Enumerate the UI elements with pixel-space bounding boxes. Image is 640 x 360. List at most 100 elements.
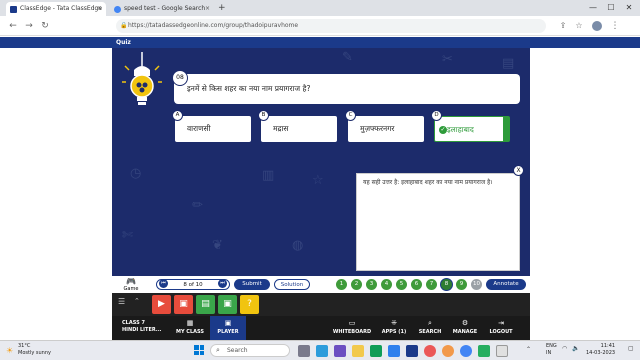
- windows-start-icon[interactable]: [194, 345, 204, 355]
- task-view-icon[interactable]: [298, 345, 310, 357]
- question-dot-8[interactable]: 8: [441, 279, 452, 290]
- back-arrow-icon[interactable]: ←: [6, 19, 20, 33]
- close-tab-icon[interactable]: ×: [205, 2, 210, 16]
- question-dot-3[interactable]: 3: [366, 279, 377, 290]
- myclass-icon: ▦: [186, 319, 194, 327]
- search-icon: ⌕: [428, 319, 432, 327]
- close-tab-icon[interactable]: ×: [97, 2, 102, 16]
- maximize-button[interactable]: ☐: [602, 0, 620, 16]
- browser-menu-icon[interactable]: ⋮: [608, 19, 622, 33]
- nav-whiteboard[interactable]: ▭ WHITEBOARD: [330, 316, 374, 340]
- close-window-button[interactable]: ✕: [620, 0, 638, 16]
- subject-label: HINDI LITER...: [122, 327, 162, 333]
- option-label: मुज़फ्फरनगर: [348, 116, 424, 142]
- region-code: IN: [546, 350, 552, 356]
- question-dot-4[interactable]: 4: [381, 279, 392, 290]
- gallery-icon[interactable]: ▣: [174, 295, 193, 314]
- collapse-icon[interactable]: ⌃: [134, 297, 140, 305]
- question-text: इनमें से किस शहर का नया नाम प्रयागराज है…: [187, 84, 311, 93]
- language-indicator[interactable]: ENG IN: [546, 343, 557, 357]
- close-solution-button[interactable]: X: [513, 165, 524, 176]
- new-tab-button[interactable]: +: [218, 2, 226, 15]
- book-doodle-icon: ▤: [502, 56, 515, 71]
- tab-title: ClassEdge - Tata ClassEdge: [20, 5, 103, 12]
- windows-taskbar: ☀ 31°C Mostly sunny ⌕ Search ⌃ ENG IN ◠ …: [0, 340, 640, 360]
- solution-panel: यह सही उत्तर है: इलाहाबाद शहर का नया नाम…: [356, 173, 520, 271]
- search-placeholder: Search: [227, 347, 248, 354]
- file-explorer-icon[interactable]: [352, 345, 364, 357]
- page-title: Quiz: [116, 39, 131, 46]
- notification-icon[interactable]: ▢: [628, 345, 634, 352]
- nav-player[interactable]: ▣ PLAYER: [210, 316, 246, 340]
- app-icon[interactable]: [478, 345, 490, 357]
- book-doodle-icon: ▥: [262, 168, 275, 183]
- doc-icon[interactable]: ▤: [196, 295, 215, 314]
- ruler-doodle-icon: ✎: [342, 50, 353, 65]
- question-dot-6[interactable]: 6: [411, 279, 422, 290]
- opera-icon[interactable]: [424, 345, 436, 357]
- question-dot-9[interactable]: 9: [456, 279, 467, 290]
- prev-page-button[interactable]: ⏮: [159, 279, 168, 288]
- taskbar-search-field[interactable]: ⌕ Search: [210, 344, 290, 357]
- correct-check-icon: ✓: [439, 126, 447, 134]
- wifi-icon[interactable]: ◠: [562, 345, 567, 352]
- nav-search[interactable]: ⌕ SEARCH: [414, 316, 446, 340]
- nav-my-class[interactable]: ▦ MY CLASS: [172, 316, 208, 340]
- quiz-panel: ✎ ✂ ▤ ◷ ✏ ▥ ☆ ❦ ◍ ✄ इनमें से किस शहर का …: [112, 48, 530, 276]
- forward-arrow-icon[interactable]: →: [22, 19, 36, 33]
- reload-icon[interactable]: ↻: [38, 19, 52, 33]
- edge-icon[interactable]: [370, 345, 382, 357]
- share-icon[interactable]: ⇪: [556, 19, 570, 33]
- url-field[interactable]: 🔒 https://tatadassedgeonline.com/group/t…: [116, 19, 546, 33]
- app-icon[interactable]: [496, 345, 508, 357]
- nav-logout[interactable]: ⇥ LOGOUT: [484, 316, 518, 340]
- profile-avatar[interactable]: [590, 19, 604, 33]
- question-dot-2[interactable]: 2: [351, 279, 362, 290]
- option-letter: C: [345, 110, 356, 121]
- firefox-icon[interactable]: [442, 345, 454, 357]
- solution-text: यह सही उत्तर है: इलाहाबाद शहर का नया नाम…: [363, 179, 493, 186]
- classedge-app-icon[interactable]: [406, 345, 418, 357]
- class-label: CLASS 7: [122, 320, 145, 326]
- submit-button[interactable]: Submit: [234, 279, 270, 290]
- gallery-icon[interactable]: ▣: [218, 295, 237, 314]
- teams-icon[interactable]: [334, 345, 346, 357]
- question-dot-5[interactable]: 5: [396, 279, 407, 290]
- solution-button[interactable]: Solution: [274, 279, 310, 290]
- search-icon: ⌕: [216, 346, 220, 354]
- clock[interactable]: 11:41 14-03-2023: [586, 343, 615, 357]
- question-dot-1[interactable]: 1: [336, 279, 347, 290]
- next-page-button[interactable]: ⏭: [218, 279, 227, 288]
- chrome-icon[interactable]: [460, 345, 472, 357]
- weather-widget[interactable]: 31°C Mostly sunny: [18, 343, 51, 357]
- nav-apps[interactable]: ⁜ APPS (1): [376, 316, 412, 340]
- quiz-icon[interactable]: ?: [240, 295, 259, 314]
- question-dot-7[interactable]: 7: [426, 279, 437, 290]
- game-button[interactable]: 🎮 Game: [122, 277, 140, 292]
- store-icon[interactable]: [388, 345, 400, 357]
- option-label: मद्रास: [261, 116, 337, 142]
- nav-manage[interactable]: ⚙ MANAGE: [448, 316, 482, 340]
- widgets-icon[interactable]: [316, 345, 328, 357]
- lock-icon: 🔒: [120, 22, 128, 29]
- clock-doodle-icon: ◷: [130, 166, 142, 181]
- leaf-doodle-icon: ❦: [212, 238, 223, 253]
- video-icon[interactable]: ▶: [152, 295, 171, 314]
- pencil-doodle-icon: ✏: [192, 198, 203, 213]
- tab-google-search[interactable]: speed test - Google Search ×: [110, 2, 214, 16]
- volume-icon[interactable]: 🔈: [572, 345, 579, 352]
- bookmark-star-icon[interactable]: ☆: [572, 19, 586, 33]
- option-letter: D: [431, 110, 442, 121]
- menu-toggle-icon[interactable]: ☰: [118, 297, 125, 306]
- minimize-button[interactable]: —: [584, 0, 602, 16]
- tray-chevron-icon[interactable]: ⌃: [526, 346, 531, 353]
- option-label: वाराणसी: [175, 116, 251, 142]
- tab-classedge[interactable]: ClassEdge - Tata ClassEdge ×: [6, 2, 106, 16]
- game-label: Game: [123, 286, 139, 292]
- annotate-button[interactable]: Annotate: [486, 279, 526, 290]
- question-dot-10[interactable]: 10: [471, 279, 482, 290]
- class-selector[interactable]: CLASS 7 HINDI LITER...: [122, 320, 162, 334]
- logout-icon: ⇥: [498, 319, 504, 327]
- weather-temp: 31°C: [18, 343, 31, 349]
- app-header: Quiz: [0, 37, 640, 48]
